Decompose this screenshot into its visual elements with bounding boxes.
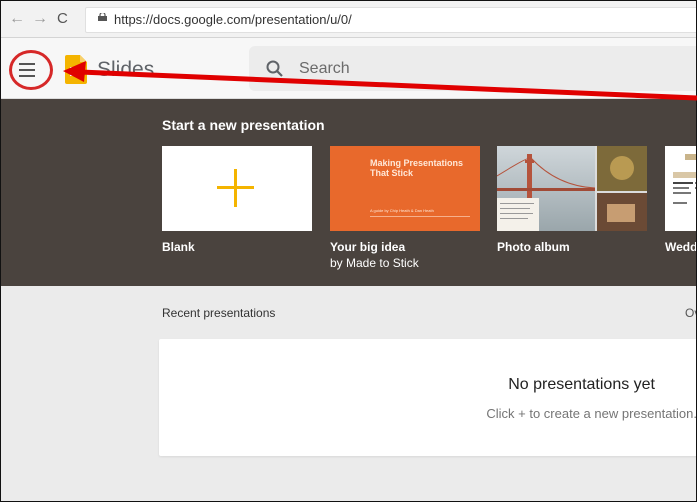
- annotation-circle: [9, 50, 53, 90]
- search-box[interactable]: [249, 46, 696, 91]
- empty-state-hint: Click + to create a new presentation.: [486, 406, 697, 421]
- owner-filter[interactable]: Ov: [685, 306, 696, 320]
- thumbnail-title: Making Presentations That Stick: [370, 158, 464, 178]
- template-wedding[interactable]: [665, 146, 696, 231]
- thumbnail-caption: A guide by Chip Heath & Dan Heath: [370, 208, 434, 213]
- recent-presentations-title: Recent presentations: [162, 306, 276, 320]
- photo-collage-image: [497, 146, 647, 231]
- address-bar[interactable]: https://docs.google.com/presentation/u/0…: [85, 7, 696, 33]
- lock-icon: [98, 13, 107, 21]
- template-label[interactable]: Wedd: [665, 239, 696, 255]
- template-photo-album[interactable]: [497, 146, 647, 231]
- back-icon[interactable]: ←: [9, 10, 25, 28]
- template-your-big-idea[interactable]: Making Presentations That Stick A guide …: [330, 146, 480, 231]
- app-header: Slides: [1, 38, 696, 99]
- empty-state-title: No presentations yet: [508, 376, 655, 393]
- template-label[interactable]: Blank: [162, 239, 195, 255]
- screenshot-frame: ← → C https://docs.google.com/presentati…: [0, 0, 697, 502]
- template-label[interactable]: Photo album: [497, 239, 570, 255]
- forward-icon[interactable]: →: [32, 10, 48, 28]
- url-text: https://docs.google.com/presentation/u/0…: [114, 12, 352, 27]
- browser-toolbar: ← → C https://docs.google.com/presentati…: [1, 1, 696, 38]
- template-blank[interactable]: [162, 146, 312, 231]
- gallery-title: Start a new presentation: [162, 117, 325, 133]
- plus-icon: [217, 169, 254, 207]
- template-label[interactable]: Your big idea: [330, 239, 405, 255]
- app-name[interactable]: Slides: [97, 58, 154, 82]
- template-sublabel: by Made to Stick: [330, 256, 419, 270]
- wedding-thumbnail-image: [673, 154, 696, 204]
- slides-logo-icon: [65, 55, 87, 84]
- empty-state-card: No presentations yet Click + to create a…: [159, 339, 697, 456]
- search-input[interactable]: [297, 58, 601, 80]
- template-gallery: Start a new presentation Blank Making Pr…: [1, 99, 696, 286]
- thumbnail-rule: [370, 216, 470, 217]
- reload-icon[interactable]: C: [57, 10, 68, 28]
- search-icon[interactable]: [265, 59, 285, 79]
